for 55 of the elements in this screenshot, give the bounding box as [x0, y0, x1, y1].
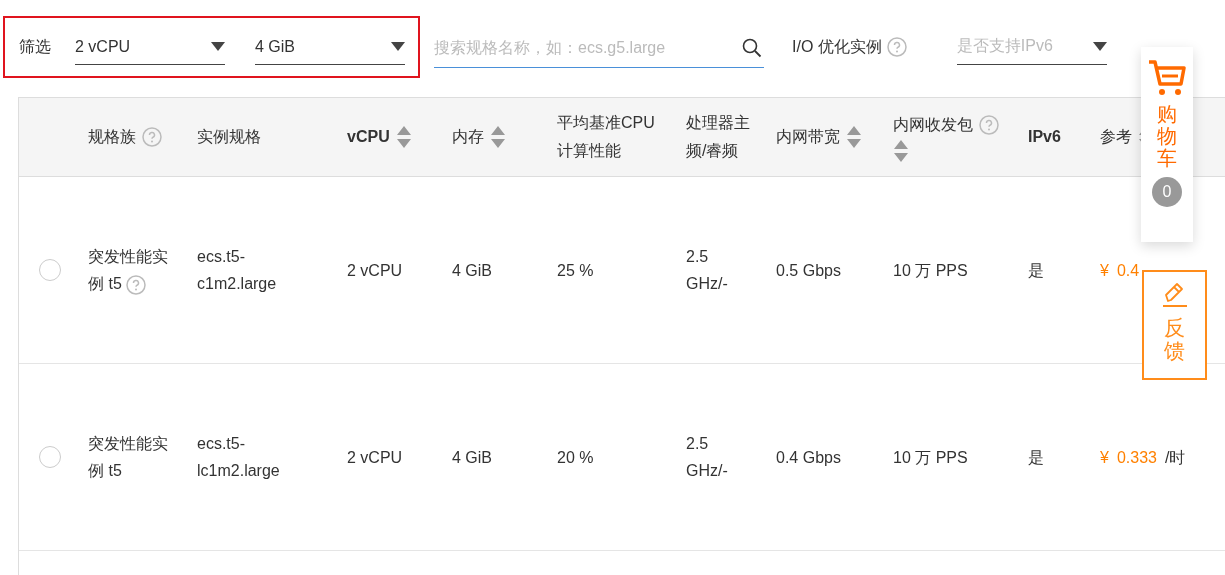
sort-icon[interactable]: [846, 125, 862, 149]
table-cell-text: 是: [1028, 260, 1044, 281]
table-cell-text: 2 vCPU: [347, 447, 403, 468]
price-amount: 0.333: [1116, 447, 1157, 468]
currency-sign: ¥: [1100, 447, 1109, 468]
column-header: 内网带宽: [776, 123, 862, 151]
column-header: 处理器主频/睿频: [686, 113, 751, 161]
dropdown[interactable]: 2 vCPU: [75, 29, 225, 65]
table-cell-text: ecs.t5-c1m2.large: [197, 247, 278, 294]
filter-label: 筛选: [19, 36, 51, 57]
table-cell: 突发性能实例 t5: [88, 243, 183, 297]
table-cell-text: 0.4 Gbps: [776, 447, 841, 468]
search-field[interactable]: 搜索规格名称，如：ecs.g5.large: [434, 28, 764, 68]
caret-icon: [211, 42, 225, 51]
price-unit: /时: [1164, 447, 1186, 468]
column-header: 平均基准CPU计算性能: [557, 113, 656, 161]
sort-icon[interactable]: [893, 139, 909, 163]
ipv6-dropdown[interactable]: 是否支持IPv6: [956, 29, 1107, 65]
table-cell-text: ecs.t5-lc1m2.large: [197, 434, 281, 481]
sort-icon[interactable]: [395, 125, 412, 149]
caret-icon: [1092, 42, 1107, 51]
sort-icon[interactable]: [490, 125, 506, 149]
column-header: 实例规格: [197, 127, 261, 147]
table-cell-text: 2.5 GHz/-: [686, 434, 729, 481]
table-cell-text: 0.5 Gbps: [776, 260, 841, 281]
dropdown[interactable]: 4 GiB: [255, 29, 405, 65]
table-cell-text: 是: [1028, 447, 1044, 468]
column-header: 规格族: [88, 123, 162, 151]
table-cell-text: 突发性能实例 t5: [88, 434, 169, 481]
pencil-icon: [1161, 282, 1188, 308]
table-cell-text: 10 万 PPS: [893, 447, 968, 468]
help-icon[interactable]: [979, 115, 999, 135]
table-cell-text: 4 GiB: [452, 260, 492, 281]
table-cell-text: 20 %: [557, 447, 594, 468]
cart-button[interactable]: 购物车 0: [1141, 47, 1193, 242]
column-header: vCPU: [347, 123, 412, 151]
column-header: IPv6: [1028, 127, 1061, 147]
column-header: 内存: [452, 123, 506, 151]
help-icon[interactable]: [886, 37, 907, 57]
io-label: I/O 优化实例: [792, 36, 882, 57]
search-icon[interactable]: [742, 38, 762, 58]
table-cell-text: 2 vCPU: [347, 260, 403, 281]
cart-icon: [1148, 59, 1186, 97]
help-icon[interactable]: [142, 127, 162, 147]
table-cell-text: 4 GiB: [452, 447, 492, 468]
help-icon[interactable]: [126, 274, 147, 295]
table-cell-text: 2.5 GHz/-: [686, 247, 729, 294]
caret-icon: [391, 42, 405, 51]
currency-sign: ¥: [1100, 260, 1109, 281]
price-amount: 0.4: [1116, 260, 1140, 281]
count-badge: 0: [1152, 177, 1182, 207]
table-cell-text: 25 %: [557, 260, 594, 281]
feedback-button[interactable]: 反馈: [1142, 270, 1207, 380]
table-cell-text: 10 万 PPS: [893, 260, 968, 281]
column-header: 内网收发包: [893, 111, 1003, 163]
